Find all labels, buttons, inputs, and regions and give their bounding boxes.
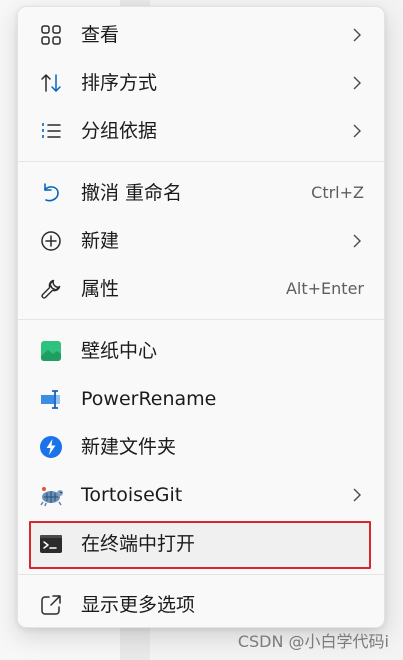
menu-item-label: 壁纸中心 (81, 340, 158, 362)
grid-icon (38, 23, 64, 47)
menu-item-label: 属性 (81, 278, 120, 300)
menu-item-label: 撤消 重命名 (81, 182, 183, 204)
menu-item-label: 显示更多选项 (81, 594, 196, 616)
chevron-right-icon (353, 124, 361, 138)
share-more-icon (38, 593, 64, 617)
menu-item-powerrename[interactable]: PowerRename (18, 376, 384, 422)
wrench-icon (38, 277, 64, 301)
menu-item-label: 新建 (81, 230, 120, 252)
plus-circle-icon (38, 229, 64, 253)
menu-item-new[interactable]: 新建 (18, 218, 384, 264)
chevron-right-icon (353, 234, 361, 248)
menu-item-label: 分组依据 (81, 120, 158, 142)
watermark-text: CSDN @小白学代码i (237, 632, 389, 651)
menu-item-show-more-options[interactable]: 显示更多选项 (18, 582, 384, 628)
menu-separator (18, 574, 384, 575)
menu-item-open-in-terminal[interactable]: 在终端中打开 (18, 521, 384, 567)
new-folder-app-icon (38, 435, 64, 459)
powerrename-icon (38, 387, 64, 411)
menu-item-label: PowerRename (81, 388, 217, 410)
menu-item-tortoisegit[interactable]: TortoiseGit (18, 472, 384, 518)
tortoisegit-icon (38, 483, 64, 507)
menu-item-label: TortoiseGit (81, 484, 183, 506)
wallpaper-icon (38, 339, 64, 363)
menu-item-label: 排序方式 (81, 72, 158, 94)
menu-item-label: 查看 (81, 24, 120, 46)
sort-icon (38, 71, 64, 95)
chevron-right-icon (353, 488, 361, 502)
shortcut-text: Alt+Enter (285, 279, 364, 298)
menu-item-properties[interactable]: 属性 Alt+Enter (18, 266, 384, 312)
menu-item-sort-by[interactable]: 排序方式 (18, 60, 384, 106)
menu-item-label: 在终端中打开 (81, 533, 196, 555)
context-menu: 查看 排序方式 分组依据 撤消 重命名 Ctrl+Z 新建 属性 Alt+Ent… (17, 6, 385, 628)
menu-item-wallpaper-center[interactable]: 壁纸中心 (18, 328, 384, 374)
undo-icon (38, 181, 64, 205)
menu-separator (18, 319, 384, 320)
group-list-icon (38, 119, 64, 143)
chevron-right-icon (353, 76, 361, 90)
menu-item-new-folder-app[interactable]: 新建文件夹 (18, 424, 384, 470)
menu-item-label: 新建文件夹 (81, 436, 177, 458)
chevron-right-icon (353, 28, 361, 42)
menu-separator (18, 161, 384, 162)
menu-item-view[interactable]: 查看 (18, 12, 384, 58)
shortcut-text: Ctrl+Z (311, 183, 364, 202)
menu-item-group-by[interactable]: 分组依据 (18, 108, 384, 154)
terminal-icon (38, 532, 64, 556)
menu-item-undo-rename[interactable]: 撤消 重命名 Ctrl+Z (18, 170, 384, 216)
